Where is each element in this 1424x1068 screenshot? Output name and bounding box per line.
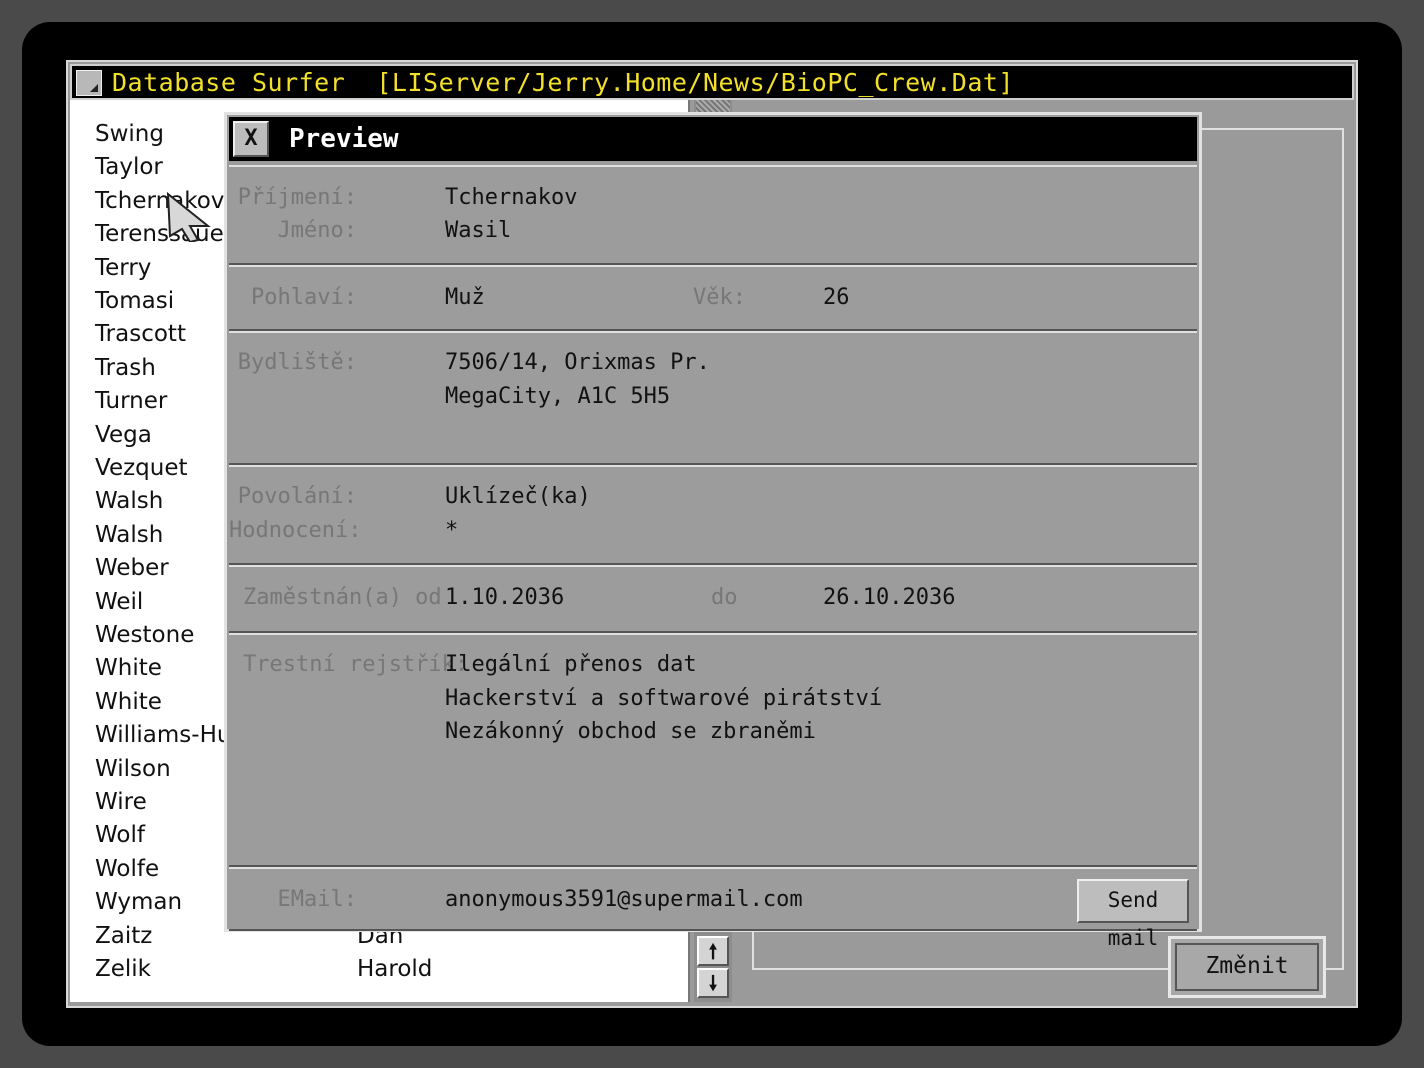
list-item-last-name[interactable]: Walsh (95, 485, 163, 518)
surname-label: Příjmení: (237, 185, 357, 210)
send-mail-button[interactable]: Send mail (1077, 879, 1189, 950)
list-item-last-name[interactable]: Terry (95, 252, 151, 285)
address-label: Bydliště: (237, 350, 357, 375)
close-button[interactable]: X (233, 121, 269, 157)
criminal-record-line: Hackerství a softwarové pirátství (445, 686, 883, 711)
list-item-first-name[interactable]: Harold (357, 953, 432, 986)
sex-age-section: Pohlaví: Muž Věk: 26 (229, 265, 1197, 331)
name-value: Wasil (445, 218, 512, 243)
list-item-last-name[interactable]: Wyman (95, 886, 182, 919)
window-menu-button[interactable] (76, 70, 102, 96)
list-item-last-name[interactable]: Taylor (95, 151, 163, 184)
job-label: Povolání: (237, 484, 357, 509)
list-item-last-name[interactable]: Trascott (95, 318, 186, 351)
scroll-up-button[interactable]: 🠕 (697, 936, 729, 966)
arrow-down-icon: 🠗 (708, 971, 718, 995)
employed-to-label: do (711, 585, 738, 610)
list-item-last-name[interactable]: White (95, 652, 162, 685)
list-item-last-name[interactable]: Wolfe (95, 853, 159, 886)
list-item-last-name[interactable]: Swing (95, 118, 164, 151)
list-item-last-name[interactable]: Wire (95, 786, 147, 819)
list-item-last-name[interactable]: Walsh (95, 519, 163, 552)
preview-title: Preview (289, 124, 399, 154)
name-label: Jméno: (277, 218, 357, 243)
criminal-record-line: Nezákonný obchod se zbraněmi (445, 719, 816, 744)
email-section: EMail: anonymous3591@supermail.com Send … (229, 867, 1197, 950)
job-section: Povolání: Uklízeč(ka) Hodnocení: * (229, 465, 1197, 565)
criminal-record-label: Trestní rejstřík: (243, 652, 469, 677)
mouse-pointer-icon (166, 192, 211, 242)
employed-to-value: 26.10.2036 (823, 585, 956, 610)
window-title: Database Surfer [LIServer/Jerry.Home/New… (112, 68, 1014, 97)
address-line-2: MegaCity, A1C 5H5 (445, 384, 671, 409)
list-item-last-name[interactable]: Weber (95, 552, 169, 585)
change-button[interactable]: Změnit (1168, 936, 1326, 998)
window-title-bar[interactable]: Database Surfer [LIServer/Jerry.Home/New… (70, 64, 1354, 100)
email-value: anonymous3591@supermail.com (445, 887, 803, 912)
list-item-last-name[interactable]: White (95, 686, 162, 719)
age-value: 26 (823, 285, 850, 310)
job-value: Uklízeč(ka) (445, 484, 591, 509)
list-item-last-name[interactable]: Wilson (95, 753, 171, 786)
name-section: Příjmení: Tchernakov Jméno: Wasil (229, 165, 1197, 265)
scroll-down-button[interactable]: 🠗 (697, 968, 729, 998)
list-item-last-name[interactable]: Vega (95, 419, 152, 452)
list-item-last-name[interactable]: Turner (95, 385, 167, 418)
list-item-last-name[interactable]: Weil (95, 586, 143, 619)
preview-dialog: X Preview Příjmení: Tchernakov Jméno: Wa… (224, 112, 1202, 950)
list-item-last-name[interactable]: Tomasi (95, 285, 174, 318)
address-section: Bydliště: 7506/14, Orixmas Pr. MegaCity,… (229, 331, 1197, 465)
employed-from-label: Zaměstnán(a) od (243, 585, 442, 610)
list-item-last-name[interactable]: Westone (95, 619, 194, 652)
criminal-record-section: Trestní rejstřík: Ilegální přenos dat Ha… (229, 633, 1197, 867)
surname-value: Tchernakov (445, 185, 578, 210)
list-item-last-name[interactable]: Zaitz (95, 920, 152, 953)
list-item-last-name[interactable]: Trash (95, 352, 156, 385)
arrow-up-icon: 🠕 (708, 939, 718, 963)
rating-value: * (445, 518, 459, 543)
list-item-last-name[interactable]: Wolf (95, 819, 145, 852)
email-label: EMail: (277, 887, 357, 912)
age-label: Věk: (693, 285, 746, 310)
preview-title-bar: X Preview (229, 117, 1197, 161)
employment-section: Zaměstnán(a) od 1.10.2036 do 26.10.2036 (229, 565, 1197, 633)
list-item-last-name[interactable]: Zelik (95, 953, 151, 986)
sex-label: Pohlaví: (251, 285, 357, 310)
employed-from-value: 1.10.2036 (445, 585, 565, 610)
sex-value: Muž (445, 285, 485, 310)
address-line-1: 7506/14, Orixmas Pr. (445, 350, 710, 375)
criminal-record-line: Ilegální přenos dat (445, 652, 697, 677)
rating-label: Hodnocení: (229, 518, 362, 543)
scrollbar-thumb[interactable] (696, 100, 730, 112)
list-item-last-name[interactable]: Vezquet (95, 452, 188, 485)
